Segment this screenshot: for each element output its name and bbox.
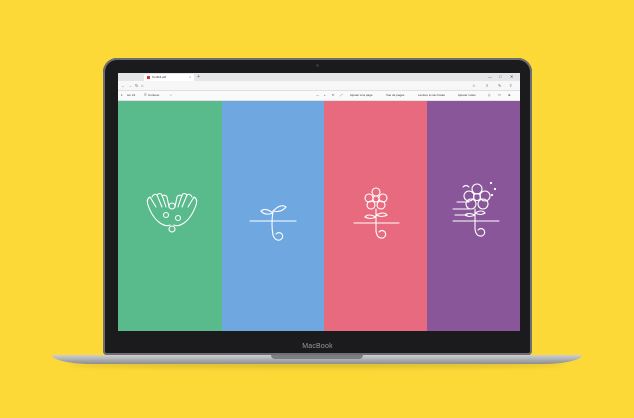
flower-bloom-icon — [427, 101, 520, 331]
rotate-icon[interactable]: ↻ — [332, 91, 335, 100]
save-icon[interactable]: ▭ — [498, 91, 501, 100]
close-tab-icon[interactable]: × — [189, 74, 191, 81]
add-notes-button[interactable]: Ajouter notes — [458, 91, 476, 100]
laptop-notch — [271, 355, 363, 359]
contents-button[interactable]: Contenu — [148, 91, 159, 100]
browser-tab[interactable]: Tonlibil.pdf × — [144, 74, 194, 81]
page-counter: sur 21 — [127, 93, 136, 97]
maximize-button[interactable]: □ — [499, 73, 501, 81]
laptop-screen: Tonlibil.pdf × + — □ ✕ ← → ↻ ⌂ ☆ ≡ ✎ ⇪ 1… — [118, 73, 520, 331]
panel-hands-seeds — [118, 101, 222, 331]
search-icon[interactable]: ⌕ — [170, 91, 172, 100]
fullscreen-icon[interactable]: ⤢ — [340, 91, 342, 100]
hands-seeds-icon — [118, 101, 222, 331]
pen-icon[interactable]: ✎ — [498, 81, 501, 90]
panel-sprout — [222, 101, 324, 331]
address-bar[interactable] — [146, 83, 446, 88]
home-icon[interactable]: ⌂ — [141, 81, 143, 90]
sprout-icon — [222, 101, 324, 331]
panel-flower — [324, 101, 427, 331]
new-tab-button[interactable]: + — [197, 73, 200, 81]
share-icon[interactable]: ⇪ — [509, 81, 512, 90]
forward-icon[interactable]: → — [128, 81, 132, 90]
page-view-button[interactable]: Vue de pages — [386, 91, 404, 100]
read-aloud-button[interactable]: Lecture à voix haute — [418, 91, 445, 100]
pdf-toolbar: 1 sur 21 ☰ Contenu ⌕ — + ↻ ⤢ Ajuster à l… — [118, 91, 520, 101]
page-field[interactable]: 1 — [121, 91, 123, 100]
close-window-button[interactable]: ✕ — [510, 73, 513, 81]
pin-icon[interactable]: ⊕ — [508, 91, 511, 100]
favorites-list-icon[interactable]: ≡ — [486, 81, 488, 90]
flower-icon — [324, 101, 427, 331]
minimize-button[interactable]: — — [488, 73, 492, 81]
laptop-brand-label: MacBook — [302, 343, 333, 350]
panel-flower-bloom — [427, 101, 520, 331]
browser-nav-bar: ← → ↻ ⌂ ☆ ≡ ✎ ⇪ — [118, 81, 520, 91]
favorite-icon[interactable]: ☆ — [472, 81, 476, 90]
print-icon[interactable]: ⎙ — [488, 91, 490, 100]
pdf-page-panels — [118, 101, 520, 331]
tab-title: Tonlibil.pdf — [152, 75, 167, 79]
contents-icon[interactable]: ☰ — [144, 91, 147, 100]
browser-tab-bar: Tonlibil.pdf × + — □ ✕ — [118, 73, 520, 81]
refresh-icon[interactable]: ↻ — [135, 81, 138, 90]
zoom-out-button[interactable]: — — [316, 91, 319, 100]
pdf-icon — [147, 76, 150, 79]
back-icon[interactable]: ← — [121, 81, 125, 90]
fit-page-button[interactable]: Ajuster à la page — [350, 91, 373, 100]
camera — [316, 64, 319, 67]
zoom-in-button[interactable]: + — [324, 91, 326, 100]
